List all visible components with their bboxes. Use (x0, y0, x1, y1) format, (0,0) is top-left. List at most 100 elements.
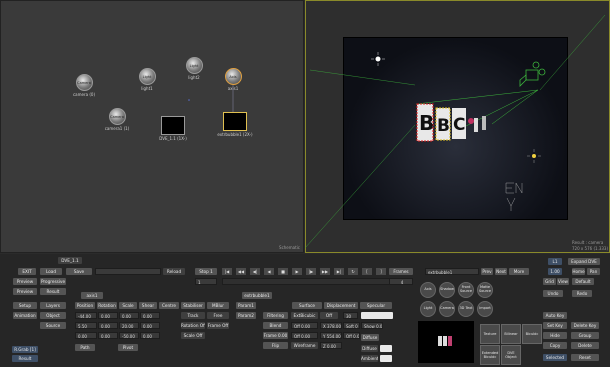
pan-button[interactable]: Pan (587, 268, 600, 275)
delete-button[interactable]: Delete (571, 342, 599, 349)
save-button[interactable]: Save (66, 268, 92, 275)
texture-button[interactable]: Texture (480, 324, 500, 344)
frame-field[interactable]: 4 (389, 278, 413, 285)
reload-button[interactable]: Reload (163, 268, 185, 275)
animation-button[interactable]: Animation (13, 312, 37, 319)
preview-toggle[interactable]: Preview (13, 288, 37, 295)
object-select[interactable]: Object (40, 312, 66, 319)
frame-off-button[interactable]: Frame Off (207, 322, 229, 329)
rot-x[interactable]: 0.00 (98, 312, 118, 319)
specular-colour[interactable] (361, 312, 393, 319)
axis-circle-button[interactable]: Axis (420, 282, 436, 298)
filename-field[interactable] (95, 268, 161, 275)
pos-z[interactable]: 0.00 (75, 332, 97, 339)
source-select[interactable]: Source (40, 322, 66, 329)
exit-button[interactable]: EXIT (18, 268, 36, 275)
preview-button[interactable]: Preview (13, 278, 37, 285)
scale-off-button[interactable]: Scale Off (181, 332, 205, 339)
bicubic-button[interactable]: Bicubic (522, 324, 542, 344)
step-fwd-button[interactable]: |▶ (306, 268, 316, 275)
camera-circle-button[interactable]: Camera (439, 301, 455, 317)
tab-stabiliser[interactable]: Stabiliser (181, 302, 205, 309)
matte-source-circle-button[interactable]: Matte Source (477, 282, 493, 298)
tab-param2[interactable]: Param2 (236, 312, 256, 319)
setup-button[interactable]: Setup (13, 302, 37, 309)
expand-dve-button[interactable]: Expand DVE (568, 258, 600, 265)
soft-value[interactable]: Soft 0 (343, 322, 360, 329)
more-button[interactable]: More (509, 268, 529, 275)
hide-button[interactable]: Hide (543, 332, 567, 339)
schematic-panel[interactable]: Camera camera (0) Light light1 Light lig… (0, 0, 304, 253)
import-circle-button[interactable]: Import (477, 301, 493, 317)
object-name-field[interactable]: extrbubble1 (425, 268, 479, 275)
scale-y[interactable]: 20.00 (119, 322, 139, 329)
copy-button[interactable]: Copy (543, 342, 567, 349)
angle-value[interactable]: 30 (343, 312, 358, 319)
filtering-label[interactable]: Filtering (263, 312, 288, 319)
z-value[interactable]: Z 0.00 (320, 342, 342, 349)
surface-object-name[interactable]: extrbubble1 (242, 292, 272, 299)
tab-centre[interactable]: Centre (159, 302, 179, 309)
flip-label[interactable]: Flip (263, 342, 288, 349)
zoom-field[interactable]: 1.00 (548, 268, 562, 275)
redo-button[interactable]: Redo (572, 290, 592, 297)
play-back-button[interactable]: ◀ (264, 268, 274, 275)
stop-button[interactable]: Stop 1 (195, 268, 217, 275)
pivot-button[interactable]: Pivot (118, 344, 138, 351)
set-key-button[interactable]: Set Key (543, 322, 567, 329)
prev-key-button[interactable]: ◀◀ (236, 268, 246, 275)
tab-scale[interactable]: Scale (119, 302, 137, 309)
tab-shear[interactable]: Shear (139, 302, 157, 309)
view-button[interactable]: View (557, 278, 569, 285)
next-button[interactable]: Next (495, 268, 507, 275)
off-button[interactable]: Off (320, 312, 338, 319)
stop-play-button[interactable]: ■ (278, 268, 288, 275)
y-value[interactable]: Y 554.00 (320, 332, 342, 339)
free-button[interactable]: Free (207, 312, 229, 319)
auto-key-button[interactable]: Auto Key (543, 312, 567, 319)
tab-position[interactable]: Position (75, 302, 95, 309)
scale-z[interactable]: -50.00 (119, 332, 139, 339)
loop-button[interactable]: ↻ (348, 268, 358, 275)
tab-rotation[interactable]: Rotation (97, 302, 117, 309)
frame-value[interactable]: Off 0.00 (291, 332, 318, 339)
axis-name[interactable]: axis1 (81, 292, 103, 299)
blend-value[interactable]: Off 0.00 (291, 322, 318, 329)
off-value[interactable]: Off 0.00 (343, 332, 360, 339)
result-select[interactable]: Result (40, 288, 66, 295)
reset-button[interactable]: Reset (571, 354, 599, 361)
rgrab-button[interactable]: R.Grab [1] (12, 346, 38, 353)
rot-z[interactable]: 0.00 (98, 332, 118, 339)
result-button[interactable]: Result (12, 355, 38, 362)
front-source-circle-button[interactable]: Front Source (458, 282, 474, 298)
shadow-circle-button[interactable]: Shadow (439, 282, 455, 298)
first-frame-button[interactable]: |◀ (222, 268, 232, 275)
light-circle-button[interactable]: Light (420, 301, 436, 317)
rotation-off-button[interactable]: Rotation Off (181, 322, 205, 329)
wireframe-button[interactable]: Wireframe (291, 342, 318, 349)
last-frame-button[interactable]: ▶| (334, 268, 344, 275)
layers-button[interactable]: Layers (40, 302, 66, 309)
x-value[interactable]: X 378.00 (320, 322, 342, 329)
default-button[interactable]: Default (572, 278, 594, 285)
pos-x[interactable]: -44.00 (75, 312, 97, 319)
frames-button[interactable]: Frames (389, 268, 413, 275)
path-button[interactable]: Path (75, 344, 95, 351)
tab-specular[interactable]: Specular (360, 302, 392, 309)
home-button[interactable]: Home (572, 268, 585, 275)
frame-label[interactable]: Frame 0.00 (263, 332, 288, 339)
layer-button[interactable]: L1 (548, 258, 562, 265)
progressive-button[interactable]: Progressive (40, 278, 66, 285)
play-button[interactable]: ▶ (292, 268, 302, 275)
next-key-button[interactable]: ▶▶ (320, 268, 330, 275)
step-back-button[interactable]: ◀| (250, 268, 260, 275)
tab-dve[interactable]: DVE_1.1 (58, 257, 82, 264)
shear-z[interactable]: 0.00 (140, 332, 160, 339)
filter-mode[interactable]: ExtBicubic (291, 312, 318, 319)
diffuse-button[interactable]: Diffuse (361, 334, 379, 341)
undo-button[interactable]: Undo (543, 290, 563, 297)
bilinear-button[interactable]: Bilinear (501, 324, 521, 344)
shear-x[interactable]: 0.00 (140, 312, 160, 319)
delete-key-button[interactable]: Delete Key (571, 322, 599, 329)
tab-surface[interactable]: Surface (292, 302, 322, 309)
